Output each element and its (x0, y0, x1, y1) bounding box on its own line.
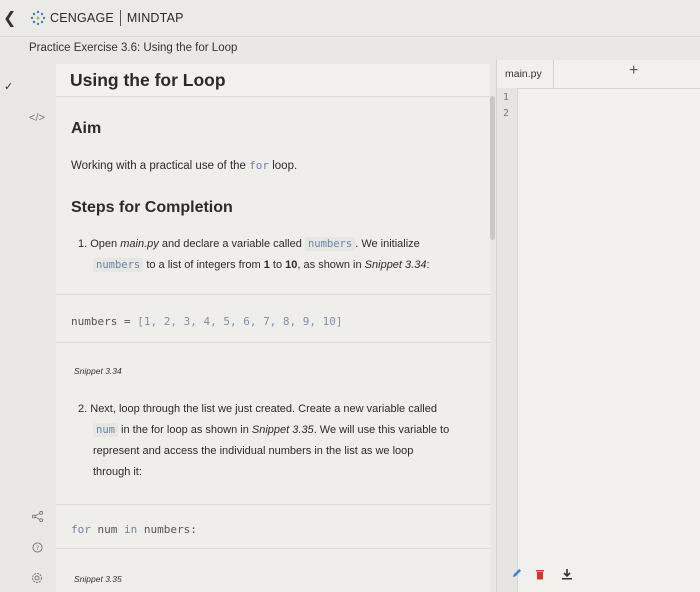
pencil-icon[interactable] (511, 568, 522, 582)
code-editor: main.py + 1 2 (496, 60, 700, 592)
snippet-caption: Snippet 3.35 (74, 574, 122, 584)
brand-primary: CENGAGE (50, 11, 114, 25)
top-bar: ❮ CENGAGE MINDTAP (0, 0, 700, 37)
checkmark-icon: ✓ (4, 81, 14, 93)
svg-text:?: ? (35, 544, 38, 552)
inline-code: numbers (93, 258, 144, 272)
steps-heading: Steps for Completion (71, 199, 233, 216)
left-rail: </> ? (22, 64, 56, 592)
line-number-gutter: 1 2 (497, 88, 518, 592)
scrollbar[interactable] (490, 96, 495, 240)
editor-tabs: main.py + (497, 60, 700, 89)
aim-heading: Aim (71, 120, 102, 137)
tab-divider (553, 60, 554, 88)
file-tab-main-py[interactable]: main.py (505, 68, 542, 80)
add-file-button[interactable]: + (629, 62, 638, 80)
trash-icon[interactable] (535, 568, 545, 583)
inline-code: for (249, 159, 270, 172)
download-icon[interactable] (561, 568, 573, 583)
divider (56, 294, 490, 295)
inline-code: numbers (304, 237, 356, 251)
instructions-panel: Using the for Loop Aim Working with a pr… (56, 64, 490, 592)
code-snippet-3-35: for num in numbers: (71, 523, 197, 536)
aim-text: Working with a practical use of the for … (71, 159, 298, 172)
inline-code: num (93, 423, 118, 437)
snippet-caption: Snippet 3.34 (74, 366, 122, 376)
cengage-logo-icon (30, 10, 46, 26)
editor-toolbar (507, 568, 687, 588)
code-snippet-3-34: numbers = [1, 2, 3, 4, 5, 6, 7, 8, 9, 10… (71, 315, 343, 328)
line-number: 2 (503, 108, 509, 119)
brand-separator (119, 10, 121, 26)
step-2: 2. Next, loop through the list we just c… (78, 403, 450, 478)
chevron-left-icon[interactable]: ❮ (3, 8, 16, 28)
title-bar: Using the for Loop (56, 64, 490, 97)
help-icon[interactable]: ? (22, 542, 52, 556)
settings-icon[interactable] (22, 572, 52, 587)
breadcrumb: Practice Exercise 3.6: Using the for Loo… (29, 42, 238, 54)
line-number: 1 (503, 92, 509, 103)
code-icon[interactable]: </> (22, 112, 52, 124)
brand-logo: CENGAGE MINDTAP (30, 10, 184, 26)
divider (56, 548, 490, 549)
brand-secondary: MINDTAP (126, 11, 184, 25)
page-title: Using the for Loop (70, 70, 226, 90)
share-icon[interactable] (22, 510, 52, 525)
divider (56, 342, 490, 343)
divider (56, 504, 490, 505)
step-1: 1. Open main.py and declare a variable c… (78, 237, 430, 272)
